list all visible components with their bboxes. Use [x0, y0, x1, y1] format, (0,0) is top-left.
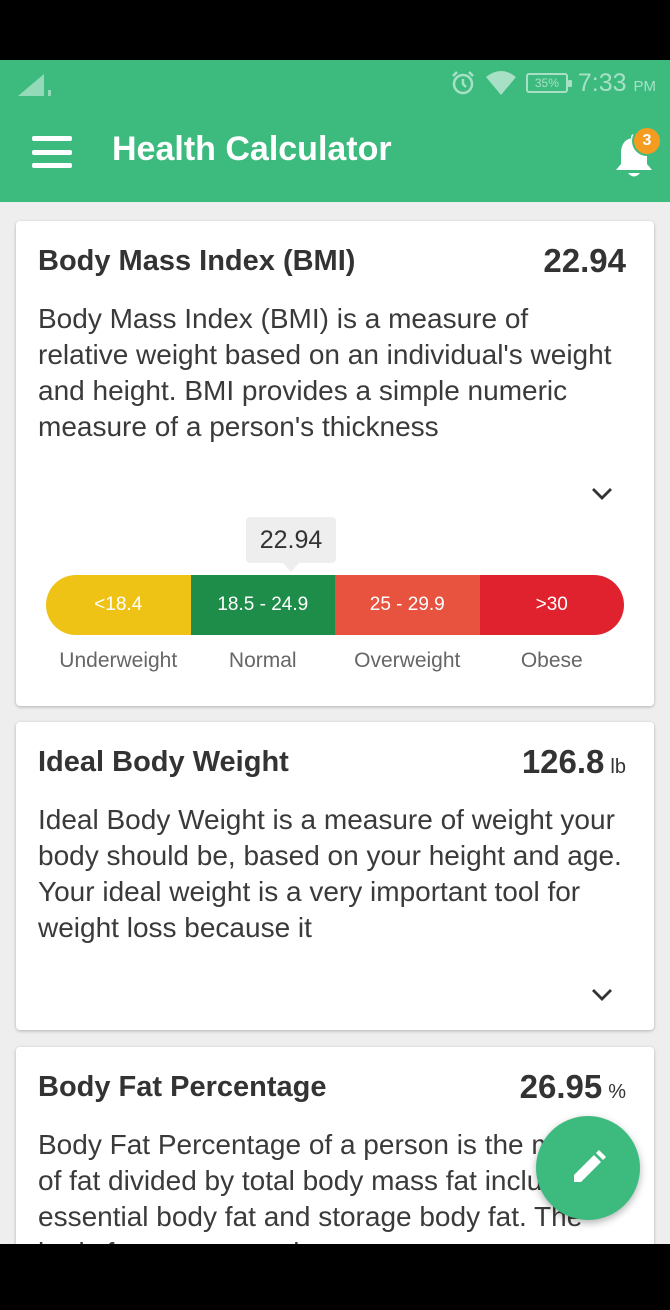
- bmi-segment-obese: >30: [479, 575, 624, 635]
- status-icons: 35% 7:33 PM: [450, 68, 656, 98]
- bmi-indicator: 22.94: [246, 517, 336, 572]
- signal-icon: [18, 74, 51, 96]
- body-fat-unit: %: [608, 1081, 626, 1103]
- ideal-weight-value: 126.8: [521, 743, 605, 780]
- bmi-description: Body Mass Index (BMI) is a measure of re…: [38, 303, 612, 442]
- chevron-down-icon[interactable]: [590, 481, 614, 505]
- status-bar: 35% 7:33 PM: [0, 60, 670, 106]
- edit-pencil-icon: [574, 1150, 606, 1182]
- body-fat-header: Body Fat Percentage 26.95%: [38, 1047, 626, 1127]
- body-fat-value-wrap: 26.95%: [520, 1068, 626, 1106]
- ideal-weight-value-wrap: 126.8 lb: [522, 743, 626, 781]
- body-fat-description: Body Fat Percentage of a person is the m…: [38, 1129, 598, 1244]
- top-system-area: [0, 0, 670, 60]
- edit-button[interactable]: [536, 1116, 640, 1220]
- ideal-weight-card[interactable]: Ideal Body Weight 126.8 lb Ideal Body Wei…: [16, 722, 654, 1030]
- bmi-label-overweight: Overweight: [354, 649, 461, 672]
- bmi-card-header: Body Mass Index (BMI) 22.94: [38, 221, 626, 301]
- ideal-weight-unit: lb: [610, 756, 626, 778]
- clock-ampm: PM: [633, 77, 657, 95]
- bmi-segment-underweight: <18.4: [46, 575, 191, 635]
- clock: 7:33 PM: [578, 69, 656, 98]
- bmi-title: Body Mass Index (BMI): [38, 244, 356, 277]
- bmi-label-obese: Obese: [520, 649, 583, 672]
- wifi-icon: [485, 71, 516, 95]
- bmi-label-normal: Normal: [228, 649, 297, 672]
- ideal-weight-header: Ideal Body Weight 126.8 lb: [38, 722, 626, 802]
- bmi-segment-overweight: 25 - 29.9: [335, 575, 480, 635]
- notifications-button[interactable]: 3: [612, 126, 662, 182]
- app-bar: 35% 7:33 PM Health Calculator 3: [0, 60, 670, 202]
- bmi-scale-labels: Underweight Normal Overweight Obese: [46, 649, 624, 673]
- toolbar: Health Calculator 3: [0, 106, 670, 202]
- menu-icon[interactable]: [32, 136, 72, 168]
- alarm-icon: [451, 71, 474, 95]
- bmi-card[interactable]: Body Mass Index (BMI) 22.94 Body Mass In…: [16, 221, 654, 706]
- body-fat-title: Body Fat Percentage: [38, 1070, 327, 1103]
- bottom-system-area: [0, 1244, 670, 1310]
- bmi-label-underweight: Underweight: [59, 649, 178, 672]
- ideal-weight-title: Ideal Body Weight: [38, 745, 289, 778]
- bmi-segment-normal: 18.5 - 24.9: [190, 575, 335, 635]
- ideal-weight-description: Ideal Body Weight is a measure of weight…: [38, 804, 622, 943]
- battery-level: 35%: [534, 76, 559, 90]
- chevron-down-icon[interactable]: [590, 982, 614, 1006]
- clock-time: 7:33: [577, 68, 627, 97]
- notification-badge: 3: [632, 126, 662, 156]
- battery-icon: 35%: [525, 73, 572, 93]
- page-title: Health Calculator: [112, 130, 392, 168]
- bmi-scale-bar: <18.4 18.5 - 24.9 25 - 29.9 >30: [46, 575, 624, 635]
- bmi-value: 22.94: [543, 242, 626, 279]
- body-fat-value: 26.95: [519, 1068, 603, 1105]
- main-content: Body Mass Index (BMI) 22.94 Body Mass In…: [0, 202, 670, 1244]
